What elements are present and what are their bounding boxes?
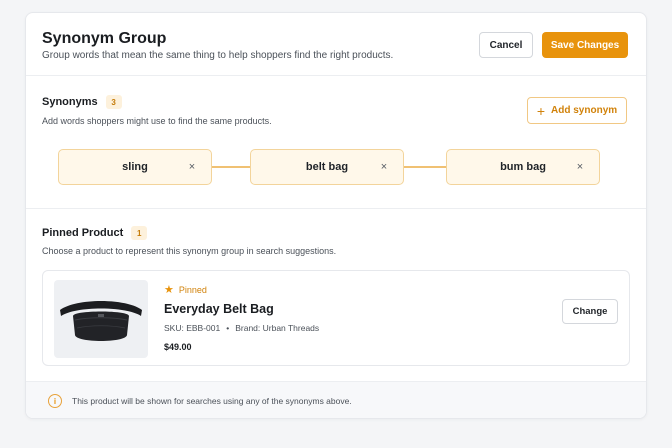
synonym-connector: [212, 166, 250, 168]
info-footer: i This product will be shown for searche…: [26, 381, 646, 418]
pinned-status: ★ Pinned: [164, 283, 207, 296]
product-brand: Brand: Urban Threads: [235, 323, 320, 333]
close-icon[interactable]: ×: [378, 161, 390, 173]
product-sku: SKU: EBB-001: [164, 323, 221, 333]
synonym-chip[interactable]: sling ×: [58, 149, 212, 185]
cancel-button[interactable]: Cancel: [479, 32, 533, 58]
plus-icon: +: [536, 102, 546, 119]
pinned-product-description: Choose a product to represent this synon…: [42, 246, 337, 256]
synonym-group-card: Synonym Group Group words that mean the …: [25, 12, 647, 419]
synonyms-title: Synonyms: [42, 96, 98, 108]
synonym-chip[interactable]: bum bag ×: [446, 149, 600, 185]
page-title: Synonym Group: [42, 30, 167, 47]
product-price: $49.00: [164, 342, 192, 352]
synonyms-count-badge: 3: [105, 95, 122, 109]
section-divider: [26, 208, 646, 209]
product-name: Everyday Belt Bag: [164, 302, 274, 316]
add-synonym-button[interactable]: + Add synonym: [527, 97, 627, 124]
close-icon[interactable]: ×: [574, 161, 586, 173]
page-subtitle: Group words that mean the same thing to …: [42, 50, 394, 61]
change-product-button[interactable]: Change: [562, 299, 618, 324]
close-icon[interactable]: ×: [186, 161, 198, 173]
product-image: [54, 280, 148, 358]
meta-separator: •: [226, 323, 230, 333]
synonyms-description: Add words shoppers might use to find the…: [42, 116, 272, 126]
pinned-product-heading: Pinned Product 1: [42, 226, 148, 240]
synonyms-heading: Synonyms 3: [42, 95, 122, 109]
pinned-product-card: ★ Pinned Everyday Belt Bag SKU: EBB-001 …: [42, 270, 630, 366]
add-synonym-label: Add synonym: [551, 105, 618, 116]
star-icon: ★: [164, 284, 174, 296]
info-note: This product will be shown for searches …: [72, 396, 352, 406]
belt-bag-image: [60, 301, 142, 341]
product-meta: SKU: EBB-001 • Brand: Urban Threads: [164, 323, 319, 333]
pinned-product-title: Pinned Product: [42, 227, 124, 239]
pinned-status-label: Pinned: [178, 284, 207, 295]
header-divider: [26, 75, 646, 76]
synonym-chip[interactable]: belt bag ×: [250, 149, 404, 185]
info-icon: i: [48, 394, 62, 408]
synonym-connector: [404, 166, 446, 168]
save-changes-button[interactable]: Save Changes: [542, 32, 628, 58]
pinned-count-badge: 1: [131, 226, 148, 240]
